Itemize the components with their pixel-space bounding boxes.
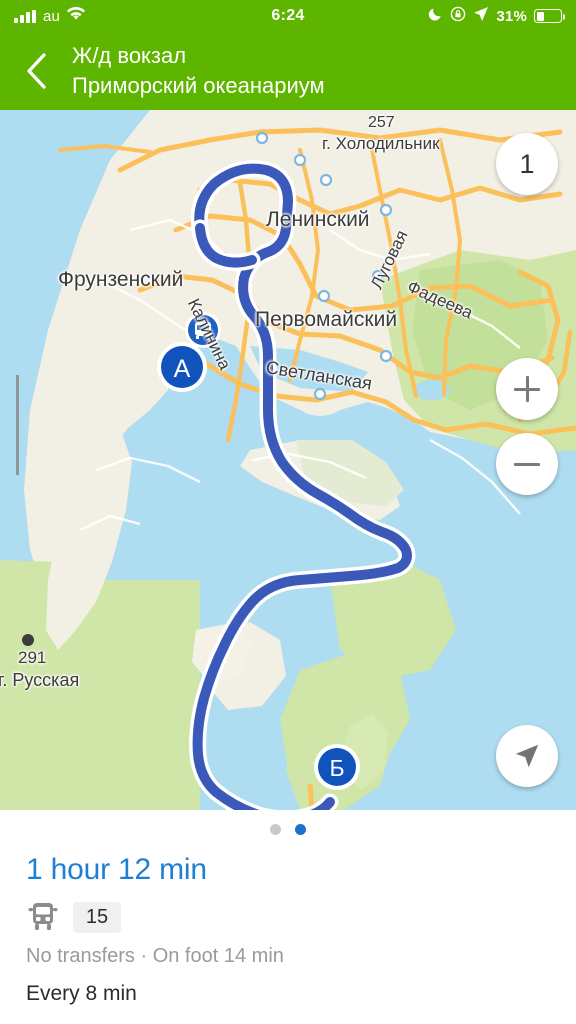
transfers-walk-info: No transfers · On foot 14 min [26, 945, 284, 967]
route-duration: 1 hour 12 min [26, 853, 207, 886]
battery-icon [534, 9, 565, 23]
locate-me-button[interactable] [496, 725, 558, 787]
svg-text:Б: Б [329, 755, 344, 781]
map-layer-button[interactable]: 1 [496, 133, 558, 195]
origin-marker: A [157, 342, 207, 392]
pager-dots[interactable] [0, 810, 576, 835]
status-bar: au 6:24 31% [0, 0, 576, 32]
status-bar-clock: 6:24 [271, 7, 305, 24]
bus-stop-marker [185, 312, 221, 348]
frequency-info: Every 8 min [26, 982, 137, 1005]
route-number-badge[interactable]: 15 [73, 901, 121, 933]
navigation-arrow-icon [515, 744, 539, 768]
origin-title: Ж/д вокзал [72, 43, 187, 68]
svg-text:A: A [174, 355, 191, 383]
plus-icon [514, 376, 540, 402]
pager-dot-2[interactable] [295, 824, 306, 835]
map-graphics: A Б [0, 110, 576, 810]
map-canvas[interactable]: A Б 257 г. Холодильник Ленинский Светлан… [0, 110, 576, 810]
chevron-left-icon [27, 53, 46, 89]
back-button[interactable] [0, 32, 72, 110]
pager-dot-1[interactable] [270, 824, 281, 835]
destination-title: Приморский океанариум [72, 73, 325, 98]
zoom-in-button[interactable] [496, 358, 558, 420]
transport-mode-row: 15 [26, 901, 576, 933]
route-summary-sheet: 1 hour 12 min 15 No transfers · On foot … [0, 810, 576, 1024]
route-endpoints[interactable]: Ж/д вокзал Приморский океанариум [72, 43, 325, 99]
minus-icon [514, 451, 540, 477]
phone-screen: au 6:24 31% Ж/д вокзал Приморский океана… [0, 0, 576, 1024]
app-header: Ж/д вокзал Приморский океанариум [0, 32, 576, 110]
map-layer-label: 1 [519, 148, 535, 179]
destination-marker: Б [314, 744, 360, 790]
bus-icon [28, 903, 58, 930]
zoom-out-button[interactable] [496, 433, 558, 495]
